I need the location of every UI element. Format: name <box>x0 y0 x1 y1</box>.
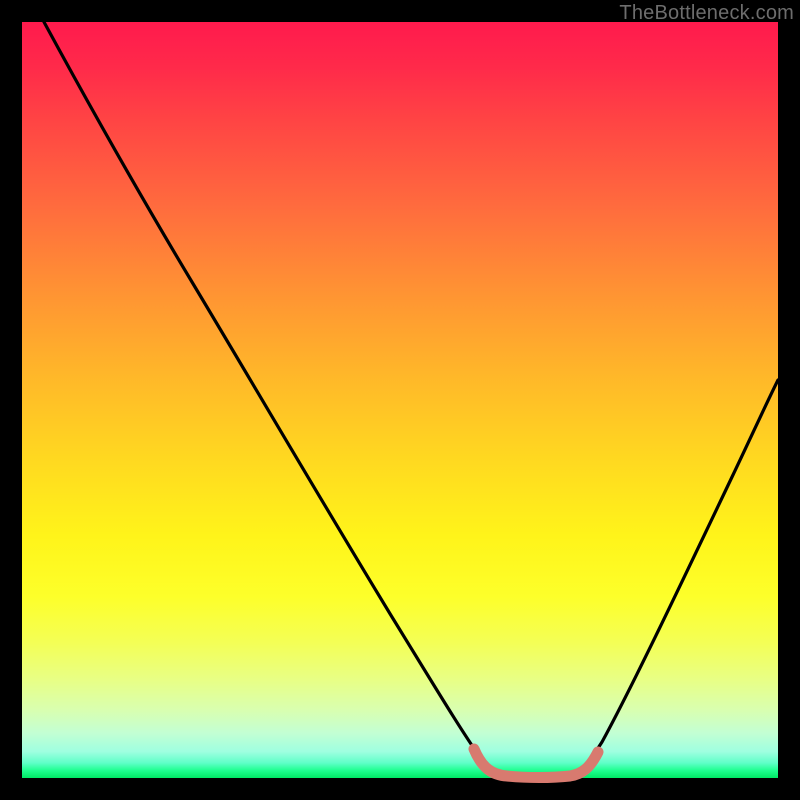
curve-path <box>44 22 778 777</box>
watermark-text: TheBottleneck.com <box>619 2 794 25</box>
chart-frame <box>22 22 778 778</box>
highlight-path <box>474 749 598 778</box>
bottleneck-curve <box>22 22 778 778</box>
